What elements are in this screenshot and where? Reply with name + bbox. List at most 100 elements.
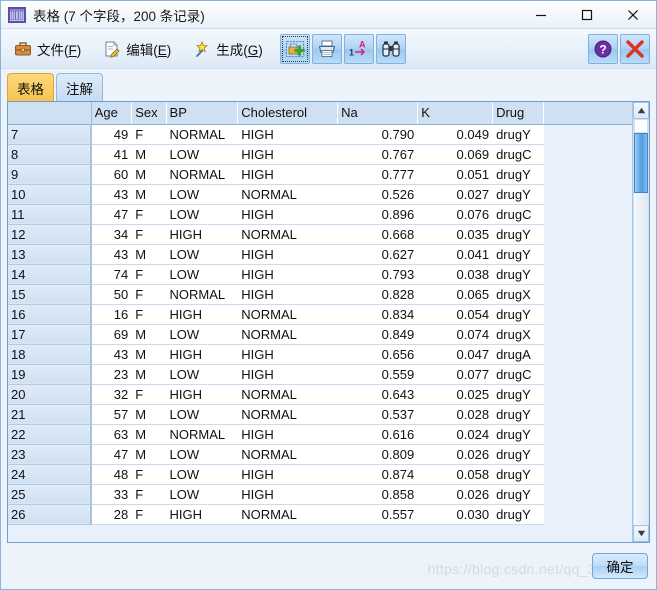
na-cell[interactable]: 0.896	[337, 204, 419, 225]
sex-cell[interactable]: F	[131, 204, 167, 225]
scroll-track-top[interactable]	[634, 119, 648, 133]
sex-cell[interactable]: M	[131, 404, 167, 425]
bp-cell[interactable]: LOW	[166, 144, 239, 165]
k-cell[interactable]: 0.026	[417, 484, 494, 505]
age-cell[interactable]: 43	[91, 244, 133, 265]
cholesterol-cell[interactable]: HIGH	[237, 164, 339, 185]
row-number-cell[interactable]: 26	[8, 504, 93, 525]
na-cell[interactable]: 0.656	[337, 344, 419, 365]
tab-table[interactable]: 表格	[7, 73, 54, 101]
cholesterol-cell[interactable]: NORMAL	[237, 304, 339, 325]
drug-cell[interactable]: drugY	[492, 304, 545, 325]
na-cell[interactable]: 0.616	[337, 424, 419, 445]
age-cell[interactable]: 34	[91, 224, 133, 245]
sex-cell[interactable]: F	[131, 484, 167, 505]
ok-button[interactable]: 确定	[592, 553, 648, 579]
cholesterol-cell[interactable]: HIGH	[237, 244, 339, 265]
age-cell[interactable]: 28	[91, 504, 133, 525]
bp-cell[interactable]: LOW	[166, 464, 239, 485]
row-number-cell[interactable]: 21	[8, 404, 93, 425]
age-cell[interactable]: 23	[91, 364, 133, 385]
bp-cell[interactable]: LOW	[166, 364, 239, 385]
sex-cell[interactable]: M	[131, 144, 167, 165]
drug-cell[interactable]: drugY	[492, 224, 545, 245]
na-cell[interactable]: 0.793	[337, 264, 419, 285]
k-cell[interactable]: 0.027	[417, 184, 494, 205]
sex-cell[interactable]: F	[131, 284, 167, 305]
na-cell[interactable]: 0.668	[337, 224, 419, 245]
age-cell[interactable]: 43	[91, 184, 133, 205]
scroll-thumb[interactable]	[634, 133, 648, 193]
k-cell[interactable]: 0.025	[417, 384, 494, 405]
drug-cell[interactable]: drugY	[492, 444, 545, 465]
k-cell[interactable]: 0.065	[417, 284, 494, 305]
row-number-cell[interactable]: 24	[8, 464, 93, 485]
column-header-drug[interactable]: Drug	[492, 102, 545, 125]
age-cell[interactable]: 69	[91, 324, 133, 345]
age-cell[interactable]: 74	[91, 264, 133, 285]
sex-cell[interactable]: M	[131, 364, 167, 385]
k-cell[interactable]: 0.051	[417, 164, 494, 185]
age-cell[interactable]: 48	[91, 464, 133, 485]
drug-cell[interactable]: drugY	[492, 484, 545, 505]
age-cell[interactable]: 57	[91, 404, 133, 425]
row-number-cell[interactable]: 23	[8, 444, 93, 465]
sex-cell[interactable]: F	[131, 304, 167, 325]
k-cell[interactable]: 0.024	[417, 424, 494, 445]
cholesterol-cell[interactable]: HIGH	[237, 124, 339, 145]
drug-cell[interactable]: drugC	[492, 144, 545, 165]
maximize-button[interactable]	[564, 1, 610, 29]
bp-cell[interactable]: LOW	[166, 244, 239, 265]
k-cell[interactable]: 0.069	[417, 144, 494, 165]
k-cell[interactable]: 0.076	[417, 204, 494, 225]
na-cell[interactable]: 0.809	[337, 444, 419, 465]
k-cell[interactable]: 0.026	[417, 444, 494, 465]
row-number-cell[interactable]: 20	[8, 384, 93, 405]
na-cell[interactable]: 0.858	[337, 484, 419, 505]
row-number-cell[interactable]: 17	[8, 324, 93, 345]
drug-cell[interactable]: drugY	[492, 164, 545, 185]
column-header-age[interactable]: Age	[91, 102, 133, 125]
table-row[interactable]: 17 69 M LOW NORMAL 0.849 0.074 drugX	[8, 324, 632, 345]
table-row[interactable]: 21 57 M LOW NORMAL 0.537 0.028 drugY	[8, 404, 632, 425]
cholesterol-cell[interactable]: NORMAL	[237, 504, 339, 525]
row-number-cell[interactable]: 19	[8, 364, 93, 385]
drug-cell[interactable]: drugY	[492, 264, 545, 285]
age-cell[interactable]: 49	[91, 124, 133, 145]
cholesterol-cell[interactable]: HIGH	[237, 484, 339, 505]
k-cell[interactable]: 0.028	[417, 404, 494, 425]
table-row[interactable]: 13 43 M LOW HIGH 0.627 0.041 drugY	[8, 244, 632, 265]
row-number-cell[interactable]: 22	[8, 424, 93, 445]
cholesterol-cell[interactable]: HIGH	[237, 364, 339, 385]
age-cell[interactable]: 43	[91, 344, 133, 365]
na-cell[interactable]: 0.627	[337, 244, 419, 265]
row-number-cell[interactable]: 14	[8, 264, 93, 285]
bp-cell[interactable]: HIGH	[166, 384, 239, 405]
column-header-k[interactable]: K	[417, 102, 494, 125]
cholesterol-cell[interactable]: NORMAL	[237, 184, 339, 205]
age-cell[interactable]: 47	[91, 444, 133, 465]
bp-cell[interactable]: NORMAL	[166, 164, 239, 185]
bp-cell[interactable]: LOW	[166, 324, 239, 345]
na-cell[interactable]: 0.790	[337, 124, 419, 145]
bp-cell[interactable]: HIGH	[166, 304, 239, 325]
minimize-button[interactable]	[518, 1, 564, 29]
column-header-cholesterol[interactable]: Cholesterol	[237, 102, 339, 125]
age-cell[interactable]: 47	[91, 204, 133, 225]
close-window-button[interactable]	[610, 1, 656, 29]
row-number-cell[interactable]: 15	[8, 284, 93, 305]
drug-cell[interactable]: drugY	[492, 184, 545, 205]
tab-annotation[interactable]: 注解	[56, 73, 103, 101]
column-header-sex[interactable]: Sex	[131, 102, 167, 125]
k-cell[interactable]: 0.041	[417, 244, 494, 265]
drug-cell[interactable]: drugA	[492, 344, 545, 365]
sex-cell[interactable]: M	[131, 184, 167, 205]
sex-cell[interactable]: F	[131, 264, 167, 285]
bp-cell[interactable]: LOW	[166, 264, 239, 285]
k-cell[interactable]: 0.077	[417, 364, 494, 385]
table-row[interactable]: 11 47 F LOW HIGH 0.896 0.076 drugC	[8, 204, 632, 225]
bp-cell[interactable]: HIGH	[166, 344, 239, 365]
k-cell[interactable]: 0.054	[417, 304, 494, 325]
menu-edit[interactable]: 编辑(E)	[94, 35, 180, 63]
vertical-scrollbar[interactable]	[632, 102, 649, 542]
